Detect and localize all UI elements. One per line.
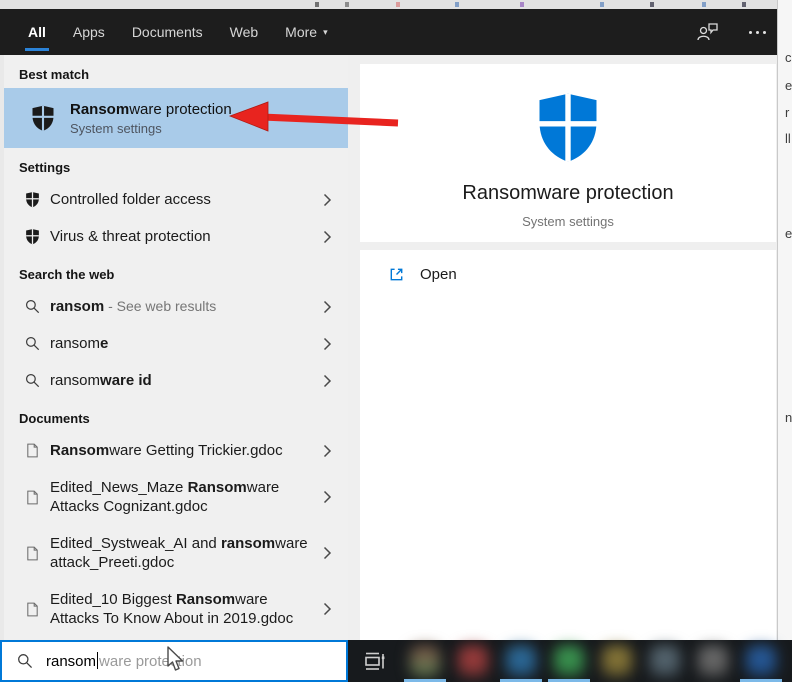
desktop-background-strip	[0, 0, 777, 9]
taskbar-app-icon[interactable]	[401, 640, 449, 682]
result-text: ransomware id	[50, 372, 152, 389]
result-text: Virus & threat protection	[50, 228, 211, 245]
section-header: Documents	[19, 411, 90, 426]
doc-icon	[24, 443, 41, 458]
tab-documents[interactable]: Documents	[132, 9, 203, 55]
result-text: ransom - See web results	[50, 298, 217, 315]
chevron-right-icon	[323, 602, 332, 616]
best-match-subtitle: System settings	[70, 120, 162, 136]
chevron-down-icon: ▾	[323, 26, 328, 37]
chevron-right-icon	[323, 444, 332, 458]
background-text-fragment: n	[785, 410, 792, 425]
preview-actions-card: Open	[360, 250, 776, 640]
result-text: Controlled folder access	[50, 191, 211, 208]
tab-all[interactable]: All	[25, 9, 49, 55]
search-typed-text: ransom	[46, 653, 97, 670]
taskbar	[348, 640, 792, 682]
task-view-icon[interactable]	[359, 640, 389, 682]
defender-shield-icon	[28, 104, 58, 132]
shield-icon	[24, 191, 41, 208]
preview-hero-card: Ransomware protection System settings	[360, 64, 776, 242]
tab-web[interactable]: Web	[230, 9, 259, 55]
search-results-panel: Best match Ransomware protection System …	[0, 55, 348, 640]
search-suggestion-text: ware protection	[99, 653, 202, 670]
chevron-right-icon	[323, 300, 332, 314]
result-text: Edited_10 Biggest Ransomware Attacks To K…	[50, 591, 294, 627]
taskbar-app-icon[interactable]	[449, 640, 497, 682]
background-text-fragment: ll	[785, 131, 791, 146]
search-filter-tabbar: All Apps Documents Web More ▾	[0, 9, 777, 55]
taskbar-app-icon[interactable]	[593, 640, 641, 682]
search-icon	[24, 336, 41, 351]
result-row[interactable]: ransom - See web results	[4, 288, 348, 325]
preview-panel: Ransomware protection System settings Op…	[348, 55, 777, 640]
background-page-edge: c e r ll e n	[777, 0, 792, 640]
tab-apps[interactable]: Apps	[73, 9, 105, 55]
section-header: Settings	[19, 160, 71, 175]
background-text-fragment: e	[785, 78, 792, 93]
text-caret	[97, 652, 99, 669]
chevron-right-icon	[323, 546, 332, 560]
result-row[interactable]: Edited_News_Maze Ransomware Attacks Cogni…	[4, 469, 348, 525]
open-label: Open	[420, 265, 457, 283]
search-input[interactable]: ransom ware protection	[0, 640, 348, 682]
doc-icon	[24, 546, 41, 561]
open-external-icon	[390, 268, 403, 280]
shield-icon	[24, 228, 41, 245]
open-action[interactable]: Open	[360, 250, 776, 298]
taskbar-app-icon[interactable]	[545, 640, 593, 682]
result-row[interactable]: ransomware id	[4, 362, 348, 399]
chevron-right-icon	[323, 193, 332, 207]
more-options-icon[interactable]	[745, 27, 770, 38]
chevron-right-icon	[323, 337, 332, 351]
section-header: Search the web	[19, 267, 115, 282]
result-row[interactable]: Edited_Systweak_AI and ransomware attack_…	[4, 525, 348, 581]
background-text-fragment: e	[785, 226, 792, 241]
background-text-fragment: c	[785, 50, 792, 65]
taskbar-app-icon[interactable]	[497, 640, 545, 682]
search-icon	[24, 299, 41, 314]
tab-more[interactable]: More ▾	[285, 9, 327, 55]
best-match-result[interactable]: Ransomware protection System settings	[4, 88, 348, 148]
search-icon	[24, 373, 41, 388]
taskbar-app-icon[interactable]	[737, 640, 785, 682]
result-row[interactable]: ransome	[4, 325, 348, 362]
defender-shield-icon	[539, 93, 597, 162]
chevron-right-icon	[323, 374, 332, 388]
preview-subtitle: System settings	[522, 214, 614, 229]
doc-icon	[24, 490, 41, 505]
chevron-right-icon	[323, 230, 332, 244]
result-row[interactable]: Edited_10 Biggest Ransomware Attacks To K…	[4, 581, 348, 637]
result-text: Ransomware Getting Trickier.gdoc	[50, 442, 283, 459]
best-match-title: Ransomware protection	[70, 100, 232, 118]
taskbar-app-icon[interactable]	[689, 640, 737, 682]
chevron-right-icon	[323, 490, 332, 504]
result-row[interactable]: Virus & threat protection	[4, 218, 348, 255]
search-icon	[17, 653, 33, 669]
result-text: Edited_Systweak_AI and ransomware attack_…	[50, 535, 308, 571]
result-text: ransome	[50, 335, 109, 352]
background-text-fragment: r	[785, 105, 790, 120]
preview-title: Ransomware protection	[462, 182, 674, 204]
result-row[interactable]: Controlled folder access	[4, 181, 348, 218]
doc-icon	[24, 602, 41, 617]
account-feedback-icon[interactable]	[697, 21, 719, 43]
section-header-best-match: Best match	[19, 67, 90, 82]
taskbar-app-icon[interactable]	[641, 640, 689, 682]
windows-search-flyout: All Apps Documents Web More▾ Best match	[0, 0, 792, 682]
result-text: Edited_News_Maze Ransomware Attacks Cogni…	[50, 479, 280, 515]
result-row[interactable]: Ransomware Getting Trickier.gdoc	[4, 432, 348, 469]
